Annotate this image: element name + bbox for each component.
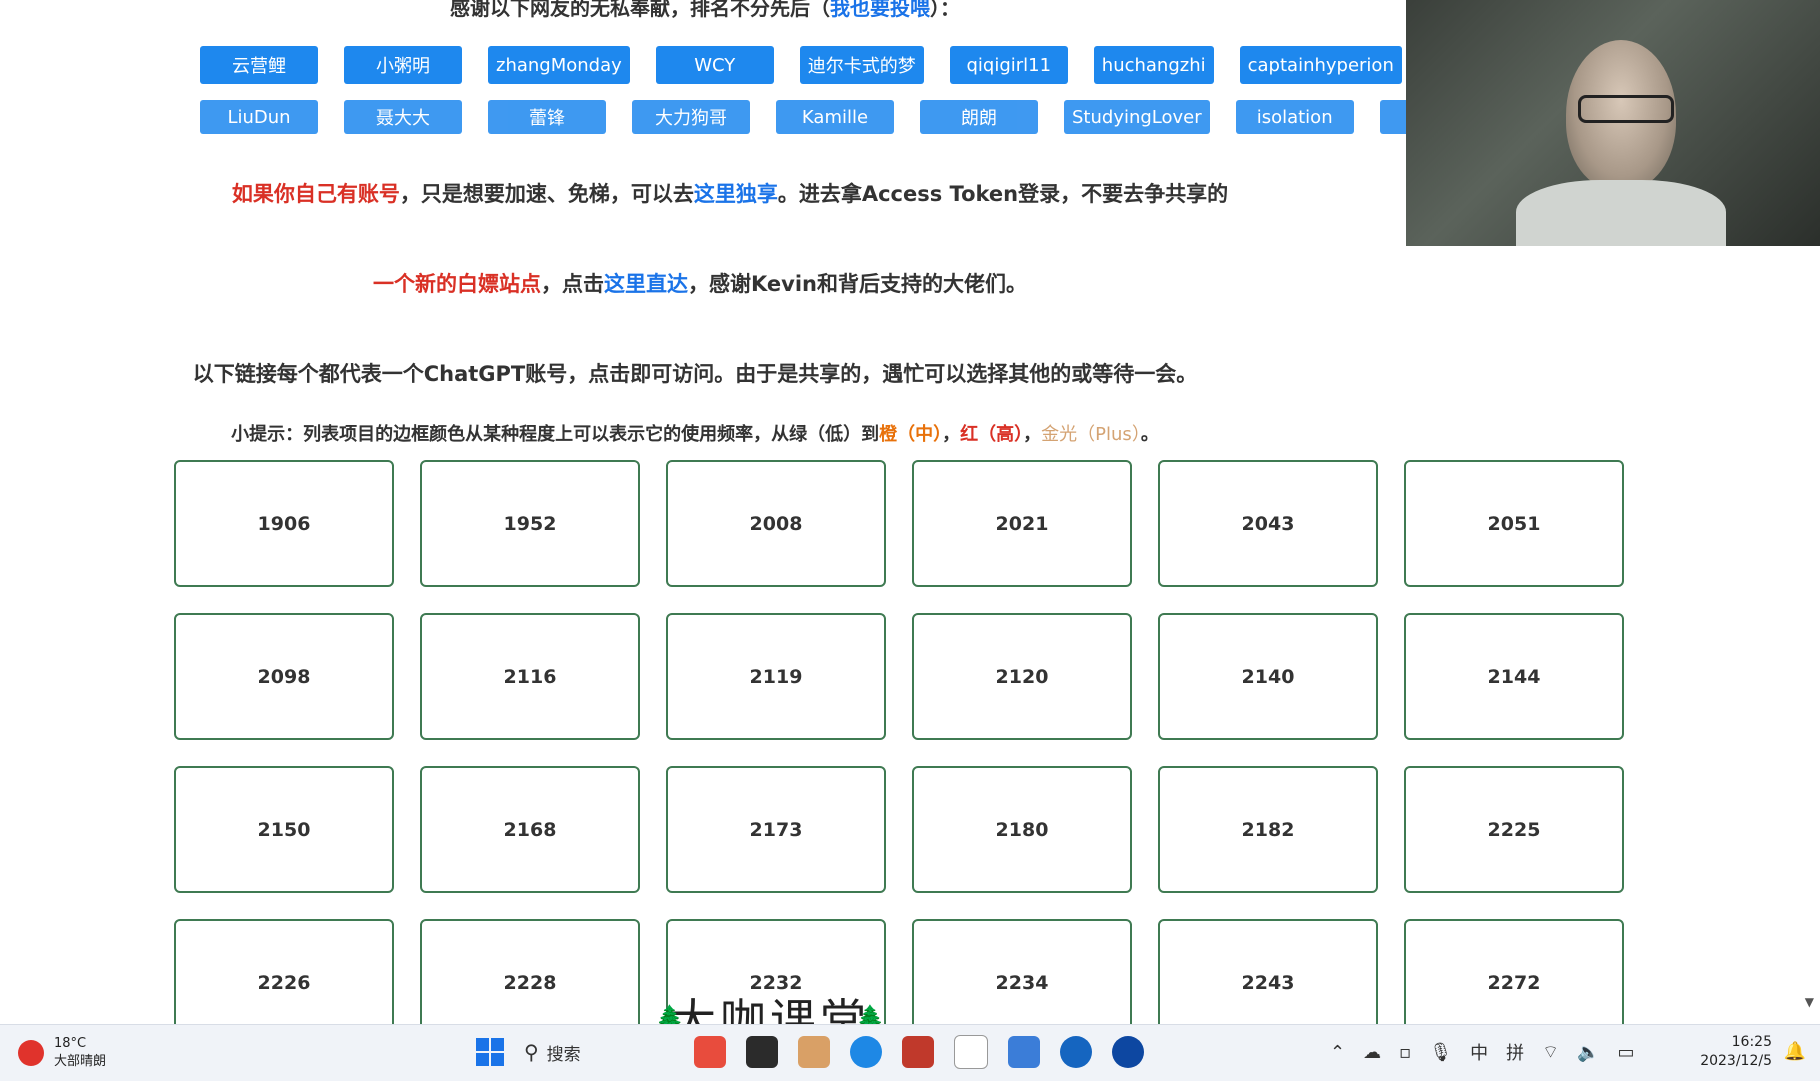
account-card[interactable]: 2272	[1404, 919, 1624, 1024]
edge-icon[interactable]	[850, 1036, 882, 1068]
wifi-icon[interactable]: ⌔	[1542, 1041, 1559, 1064]
account-grid: 1906 1952 2008 2021 2043 2051 2098 2116 …	[174, 460, 1624, 1024]
folder-icon[interactable]	[798, 1036, 830, 1068]
notepad-icon[interactable]	[1008, 1036, 1040, 1068]
account-card[interactable]: 2119	[666, 613, 886, 740]
thanks-tail: ）：	[930, 0, 960, 20]
presenter-glasses	[1578, 95, 1674, 123]
scroll-down-arrow-icon[interactable]: ▼	[1805, 995, 1814, 1009]
account-card[interactable]: 2243	[1158, 919, 1378, 1024]
weather-widget[interactable]: 18°C 大部晴朗	[18, 1035, 106, 1071]
microphone-icon[interactable]: 🎙	[1429, 1042, 1452, 1063]
typora-icon[interactable]	[954, 1035, 988, 1069]
presenter-body	[1516, 180, 1726, 246]
donor-badge[interactable]: 小粥明	[344, 46, 462, 84]
donor-badge[interactable]: isolation	[1235, 100, 1354, 134]
taskbar-search[interactable]: ⚲ 搜索	[524, 1035, 674, 1069]
notice-new-site: 一个新的白嫖站点，点击这里直达，感谢Kevin和背后支持的大佬们。	[373, 272, 1027, 296]
notification-bell-icon[interactable]: 🔔	[1784, 1041, 1806, 1062]
windows-taskbar: 18°C 大部晴朗 ⚲ 搜索 ⌃ ☁ ▫ 🎙 中 拼 ⌔ 🔈 ▭ 16:25 2…	[0, 1024, 1820, 1081]
account-card[interactable]: 2116	[420, 613, 640, 740]
account-card[interactable]: 2150	[174, 766, 394, 893]
taskbar-center: ⚲ 搜索	[476, 1035, 1144, 1069]
donor-badge[interactable]: zhangMonday	[488, 46, 630, 84]
account-card[interactable]: 1906	[174, 460, 394, 587]
web-page: 感谢以下网友的无私奉献，排名不分先后（我也要投喂）： 云营鲤 小粥明 zhang…	[0, 0, 1820, 1024]
weather-temp: 18°C	[54, 1036, 87, 1051]
weather-desc: 大部晴朗	[54, 1054, 107, 1069]
app-icon[interactable]	[694, 1036, 726, 1068]
donate-link[interactable]: 我也要投喂	[830, 0, 930, 20]
account-card[interactable]: 2144	[1404, 613, 1624, 740]
notice-accounts: 以下链接每个都代表一个ChatGPT账号，点击即可访问。由于是共享的，遇忙可以选…	[192, 362, 1198, 386]
volume-icon[interactable]: 🔈	[1577, 1042, 1599, 1063]
search-icon: ⚲	[524, 1040, 539, 1064]
browser-icon[interactable]	[1112, 1036, 1144, 1068]
account-card[interactable]: 2021	[912, 460, 1132, 587]
donor-badge[interactable]: qiqigirl11	[949, 46, 1068, 84]
donor-badge[interactable]: Kamille	[776, 100, 894, 134]
account-card[interactable]: 2140	[1158, 613, 1378, 740]
ime-mode[interactable]: 中	[1470, 1039, 1488, 1065]
system-tray: ⌃ ☁ ▫ 🎙 中 拼 ⌔ 🔈 ▭	[1330, 1039, 1635, 1065]
donor-row-2: LiuDun 聂大大 蕾锋 大力狗哥 Kamille 朗朗 StudyingLo…	[200, 100, 1498, 134]
donor-badge[interactable]: huchangzhi	[1093, 46, 1214, 84]
account-card[interactable]: 2234	[912, 919, 1132, 1024]
thanks-heading: 感谢以下网友的无私奉献，排名不分先后（我也要投喂）：	[0, 0, 1410, 21]
watermark-logo: 🌲 大咖课堂 🌲	[650, 985, 890, 1024]
account-card[interactable]: 2173	[666, 766, 886, 893]
donor-row-1: 云营鲤 小粥明 zhangMonday WCY 迪尔卡式的梦 qiqigirl1…	[200, 46, 1402, 84]
battery-icon[interactable]: ▭	[1618, 1042, 1635, 1063]
account-card[interactable]: 2225	[1404, 766, 1624, 893]
chevron-up-icon[interactable]: ⌃	[1330, 1042, 1345, 1063]
tree-icon: 🌲	[656, 1005, 684, 1024]
donor-badge[interactable]: 聂大大	[344, 100, 462, 134]
donor-badge[interactable]: WCY	[655, 46, 774, 84]
taskbar-clock[interactable]: 16:25 2023/12/5	[1700, 1033, 1772, 1071]
webcam-overlay	[1406, 0, 1820, 246]
app-icon[interactable]	[746, 1036, 778, 1068]
cloud-icon[interactable]: ☁	[1363, 1042, 1381, 1063]
donor-badge[interactable]: 大力狗哥	[632, 100, 750, 134]
donor-badge[interactable]: StudyingLover	[1064, 100, 1210, 134]
account-card[interactable]: 2226	[174, 919, 394, 1024]
thanks-text: 感谢以下网友的无私奉献，排名不分先后（	[450, 0, 830, 20]
account-card[interactable]: 2043	[1158, 460, 1378, 587]
usage-tip: 小提示：列表项目的边框颜色从某种程度上可以表示它的使用频率，从绿（低）到橙（中）…	[231, 424, 1159, 445]
exclusive-link[interactable]: 这里独享	[694, 182, 778, 206]
account-card[interactable]: 2228	[420, 919, 640, 1024]
app-icon[interactable]	[902, 1036, 934, 1068]
account-card[interactable]: 2008	[666, 460, 886, 587]
direct-link[interactable]: 这里直达	[604, 272, 688, 296]
account-card[interactable]: 2180	[912, 766, 1132, 893]
account-card[interactable]: 2098	[174, 613, 394, 740]
donor-badge[interactable]: 蕾锋	[488, 100, 606, 134]
tree-icon: 🌲	[856, 1005, 884, 1024]
donor-badge[interactable]: 云营鲤	[200, 46, 318, 84]
windows-start-icon[interactable]	[476, 1038, 504, 1066]
app-icon[interactable]	[1060, 1036, 1092, 1068]
donor-badge[interactable]: 朗朗	[920, 100, 1038, 134]
donor-badge[interactable]: LiuDun	[200, 100, 318, 134]
account-card[interactable]: 2120	[912, 613, 1132, 740]
account-card[interactable]: 2051	[1404, 460, 1624, 587]
account-card[interactable]: 1952	[420, 460, 640, 587]
account-card[interactable]: 2168	[420, 766, 640, 893]
donor-badge[interactable]: 迪尔卡式的梦	[799, 46, 924, 84]
notice-own-account: 如果你自己有账号，只是想要加速、免梯，可以去这里独享。进去拿Access Tok…	[231, 182, 1229, 206]
app-tray-icon[interactable]: ▫	[1399, 1042, 1411, 1063]
account-card[interactable]: 2182	[1158, 766, 1378, 893]
weather-icon	[18, 1040, 44, 1066]
donor-badge[interactable]: captainhyperion	[1239, 46, 1402, 84]
ime-pinyin[interactable]: 拼	[1506, 1039, 1524, 1065]
